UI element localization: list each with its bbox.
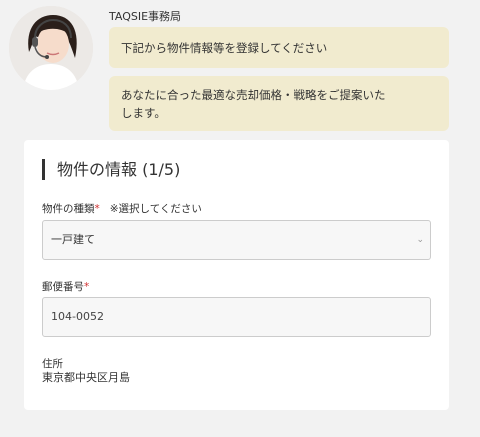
postal-code-label: 郵便番号 (42, 281, 84, 293)
chevron-down-icon: ⌄ (416, 235, 424, 245)
property-type-label-row: 物件の種類* ※選択してください (42, 201, 202, 216)
required-mark: * (84, 281, 90, 293)
address-value: 東京都中央区月島 (42, 371, 130, 384)
chat-bubble-proposal: あなたに合った最適な売却価格・戦略をご提案いたします。 (109, 76, 449, 131)
sender-name: TAQSIE事務局 (109, 10, 182, 23)
chat-bubble-register: 下記から物件情報等を登録してください (109, 27, 449, 68)
postal-code-input[interactable]: 104-0052 (42, 297, 431, 337)
property-type-label: 物件の種類 (42, 203, 95, 215)
chat-bubble-text: あなたに合った最適な売却価格・戦略をご提案いたします。 (121, 88, 386, 120)
section-title: 物件の情報 (1/5) (42, 159, 180, 180)
property-type-select[interactable]: 一戸建て ⌄ (42, 220, 431, 260)
postal-code-value: 104-0052 (51, 310, 104, 323)
postal-code-label-row: 郵便番号* (42, 279, 89, 294)
operator-avatar-image (9, 6, 93, 90)
required-mark: * (94, 203, 100, 215)
property-type-selected-value: 一戸建て (51, 233, 95, 246)
property-info-card: 物件の情報 (1/5) 物件の種類* ※選択してください 一戸建て ⌄ 郵便番号*… (24, 140, 449, 410)
property-type-note: ※選択してください (109, 203, 202, 215)
operator-avatar (9, 6, 93, 90)
chat-bubble-text: 下記から物件情報等を登録してください (121, 41, 328, 55)
